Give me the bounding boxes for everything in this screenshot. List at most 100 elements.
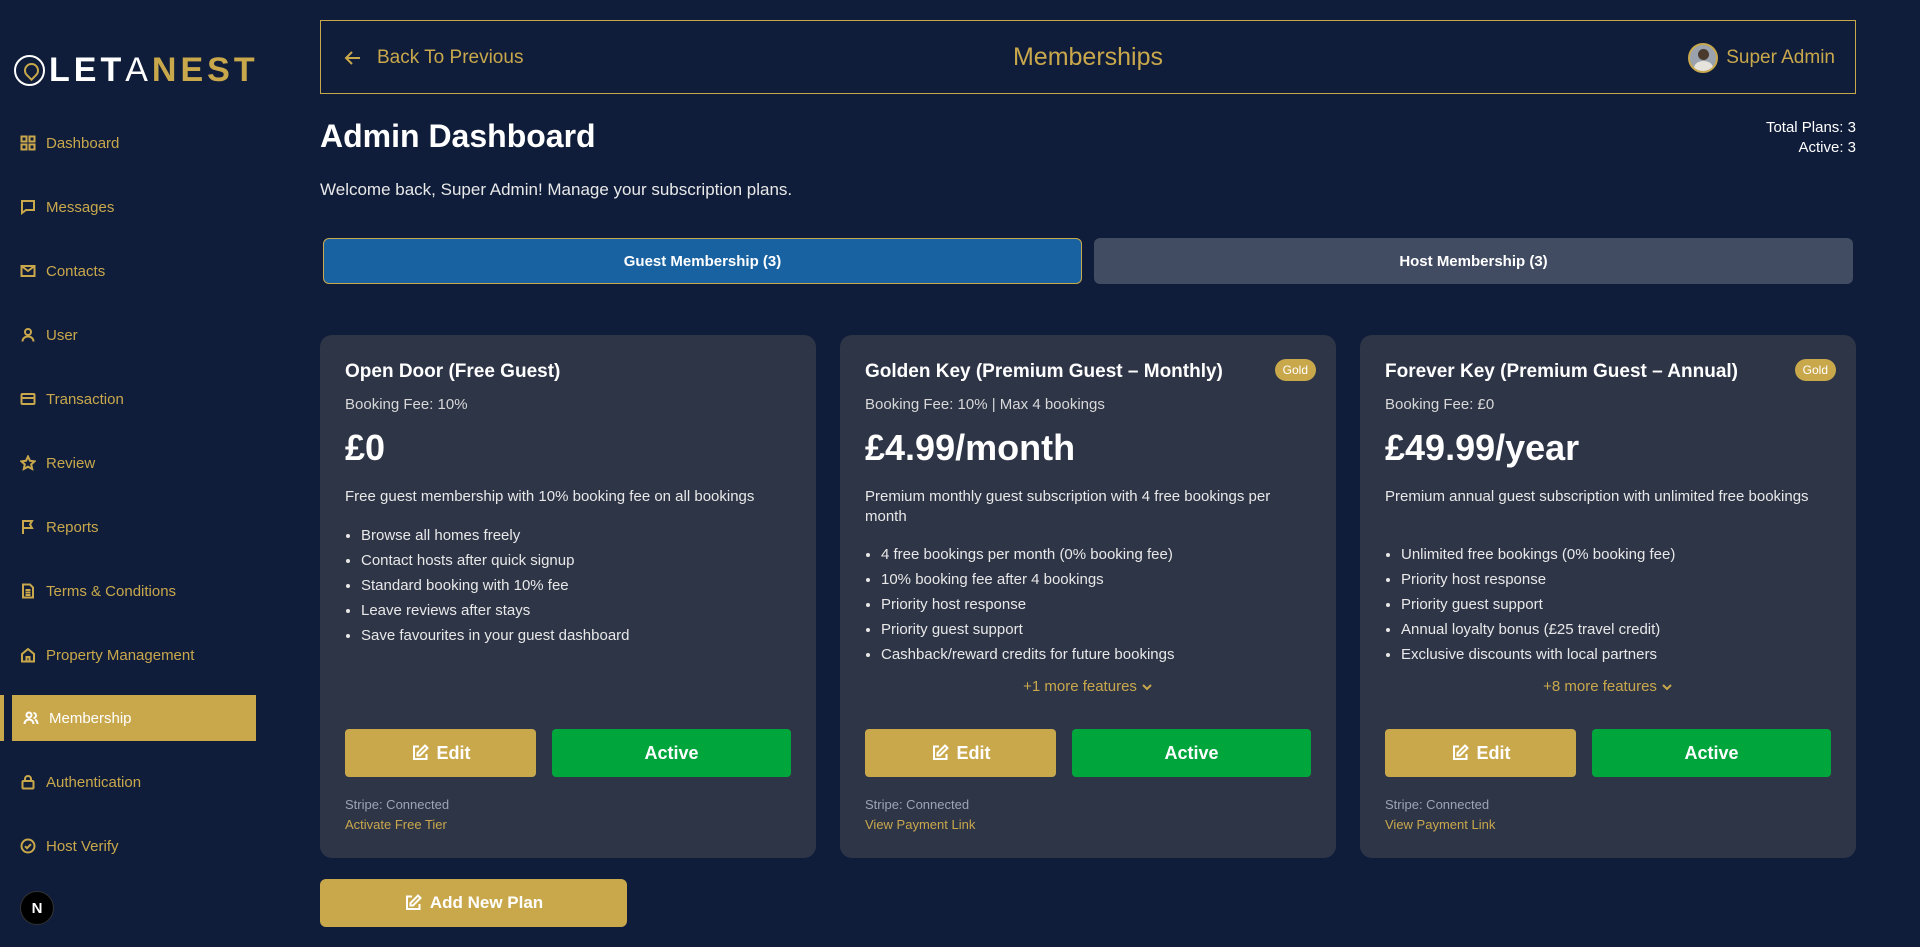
user-icon [20, 327, 36, 343]
tier-badge: Gold [1274, 359, 1316, 381]
user-menu[interactable]: Super Admin [1688, 21, 1835, 95]
sidebar-item-label: Review [46, 454, 96, 472]
document-icon [20, 583, 36, 599]
feature-item: Priority host response [1401, 567, 1841, 592]
back-button[interactable]: Back To Previous [343, 21, 523, 95]
more-features-toggle[interactable]: +1 more features [840, 678, 1336, 695]
feature-list: 4 free bookings per month (0% booking fe… [881, 542, 1321, 667]
total-plans: Total Plans: 3 [1765, 119, 1856, 136]
sidebar-item-contacts[interactable]: Contacts [12, 248, 256, 294]
feature-item: Annual loyalty bonus (£25 travel credit) [1401, 617, 1841, 642]
plan-title: Forever Key (Premium Guest – Annual) [1385, 361, 1739, 382]
feature-item: 10% booking fee after 4 bookings [881, 567, 1321, 592]
status-toggle-button[interactable]: Active [1072, 729, 1311, 777]
sidebar-item-host-verify[interactable]: Host Verify [12, 823, 256, 869]
lock-icon [20, 774, 36, 790]
status-toggle-button[interactable]: Active [1592, 729, 1831, 777]
plan-card: Forever Key (Premium Guest – Annual) Gol… [1360, 335, 1856, 858]
sidebar-item-user[interactable]: User [12, 312, 256, 358]
feature-item: Priority guest support [1401, 592, 1841, 617]
sidebar-item-label: Messages [46, 198, 115, 216]
sidebar-item-authentication[interactable]: Authentication [12, 759, 256, 805]
sidebar-item-label: Membership [49, 709, 132, 727]
feature-item: Save favourites in your guest dashboard [361, 623, 801, 648]
sidebar-item-reports[interactable]: Reports [12, 504, 256, 550]
star-icon [20, 455, 36, 471]
feature-list: Browse all homes freely Contact hosts af… [361, 523, 801, 648]
status-toggle-button[interactable]: Active [552, 729, 791, 777]
check-circle-icon [20, 838, 36, 854]
back-label: Back To Previous [377, 47, 524, 68]
sidebar-item-review[interactable]: Review [12, 440, 256, 486]
plan-fee: Booking Fee: 10% [345, 396, 468, 413]
plan-description: Premium annual guest subscription with u… [1385, 488, 1809, 505]
message-icon [20, 199, 36, 215]
tier-badge: Gold [1794, 359, 1836, 381]
sidebar-item-label: Host Verify [46, 837, 119, 855]
payment-link[interactable]: View Payment Link [1385, 817, 1495, 832]
sidebar-item-membership[interactable]: Membership [12, 695, 256, 741]
edit-button[interactable]: Edit [865, 729, 1056, 777]
stripe-status: Stripe: Connected [1385, 797, 1490, 812]
plan-card: Open Door (Free Guest) Booking Fee: 10% … [320, 335, 816, 858]
tab-guest-membership[interactable]: Guest Membership (3) [323, 238, 1082, 284]
sidebar-item-label: Reports [46, 518, 99, 536]
sidebar-item-label: Terms & Conditions [46, 582, 177, 600]
sidebar-item-property-management[interactable]: Property Management [12, 632, 256, 678]
more-features-toggle[interactable]: +8 more features [1360, 678, 1856, 695]
feature-item: Leave reviews after stays [361, 598, 801, 623]
flag-icon [20, 519, 36, 535]
plan-price: £4.99/month [865, 427, 1076, 468]
feature-item: Priority host response [881, 592, 1321, 617]
brand-name: LETANEST [49, 51, 259, 89]
sidebar-item-dashboard[interactable]: Dashboard [12, 120, 256, 166]
sidebar-item-transaction[interactable]: Transaction [12, 376, 256, 422]
top-bar: Back To Previous Memberships Super Admin [320, 20, 1856, 94]
chevron-down-icon [1142, 684, 1152, 691]
edit-icon [412, 744, 429, 760]
framework-badge[interactable]: N [20, 891, 54, 925]
plan-title: Golden Key (Premium Guest – Monthly) [865, 361, 1223, 382]
logo-icon [14, 54, 45, 86]
grid-icon [20, 135, 36, 151]
active-indicator [0, 695, 4, 741]
welcome-text: Welcome back, Super Admin! Manage your s… [320, 180, 793, 199]
avatar [1688, 43, 1719, 73]
edit-button[interactable]: Edit [345, 729, 536, 777]
activate-link[interactable]: Activate Free Tier [345, 817, 447, 832]
add-plan-button[interactable]: Add New Plan [320, 879, 627, 927]
brand-logo[interactable]: LETANEST [14, 52, 259, 88]
feature-item: Cashback/reward credits for future booki… [881, 642, 1321, 667]
card-icon [20, 391, 36, 407]
plan-card: Golden Key (Premium Guest – Monthly) Gol… [840, 335, 1336, 858]
plan-title: Open Door (Free Guest) [345, 361, 561, 382]
plan-description: Premium monthly guest subscription with … [865, 488, 1271, 525]
home-icon [20, 647, 36, 663]
tab-host-membership[interactable]: Host Membership (3) [1094, 238, 1853, 284]
plan-description: Free guest membership with 10% booking f… [345, 488, 755, 505]
mail-icon [20, 263, 36, 279]
edit-icon [405, 894, 422, 910]
feature-item: Browse all homes freely [361, 523, 801, 548]
chevron-down-icon [1662, 684, 1672, 691]
page-title: Memberships [1012, 42, 1164, 71]
sidebar-item-label: Property Management [46, 646, 195, 664]
feature-item: Standard booking with 10% fee [361, 573, 801, 598]
sidebar-item-label: Dashboard [46, 134, 120, 152]
sidebar-item-label: Contacts [46, 262, 106, 280]
plan-price: £0 [345, 427, 386, 468]
sidebar-item-terms[interactable]: Terms & Conditions [12, 568, 256, 614]
active-plans: Active: 3 [1798, 139, 1856, 156]
edit-button[interactable]: Edit [1385, 729, 1576, 777]
user-name: Super Admin [1726, 47, 1835, 68]
plan-stats: Total Plans: 3 Active: 3 [1766, 118, 1856, 158]
plan-fee: Booking Fee: 10% | Max 4 bookings [865, 396, 1105, 413]
feature-item: Contact hosts after quick signup [361, 548, 801, 573]
stripe-status: Stripe: Connected [345, 797, 450, 812]
sidebar: LETANEST Dashboard Messages Contacts Use… [0, 0, 256, 947]
sidebar-item-label: Authentication [46, 773, 142, 791]
sidebar-item-messages[interactable]: Messages [12, 184, 256, 230]
feature-item: Priority guest support [881, 617, 1321, 642]
edit-icon [1452, 744, 1469, 760]
payment-link[interactable]: View Payment Link [865, 817, 975, 832]
